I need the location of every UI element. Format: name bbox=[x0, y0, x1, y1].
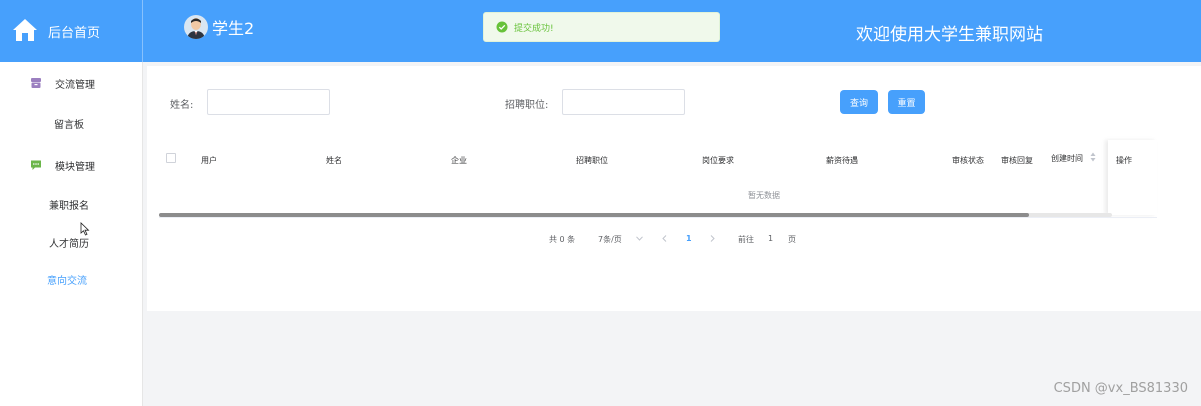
toast-message: 提交成功! bbox=[514, 23, 554, 34]
home-link[interactable]: 后台首页 bbox=[0, 0, 143, 62]
column-header-salary: 薪资待遇 bbox=[826, 156, 858, 165]
empty-table-text: 暂无数据 bbox=[748, 191, 780, 200]
column-header-company: 企业 bbox=[451, 156, 467, 165]
prev-page-icon[interactable] bbox=[662, 235, 667, 242]
home-label: 后台首页 bbox=[48, 26, 101, 41]
page-size-select[interactable]: 7条/页 bbox=[598, 234, 622, 245]
column-header-position: 招聘职位 bbox=[576, 156, 608, 165]
fixed-operation-column bbox=[1108, 140, 1157, 215]
reset-button[interactable]: 重置 bbox=[888, 90, 925, 114]
position-label: 招聘职位: bbox=[505, 100, 549, 111]
success-toast: 提交成功! bbox=[483, 12, 720, 42]
sidebar-item-intent-exchange[interactable]: 意向交流 bbox=[47, 272, 87, 287]
column-header-created-time[interactable]: 创建时间 bbox=[1051, 153, 1083, 164]
archive-icon bbox=[31, 78, 41, 88]
sidebar: 交流管理 留言板 模块管理 兼职报名 人才简历 意向交流 bbox=[0, 62, 143, 406]
check-circle-icon bbox=[496, 21, 508, 33]
chevron-down-icon[interactable] bbox=[636, 236, 643, 241]
goto-page-input[interactable]: 1 bbox=[768, 234, 773, 243]
next-page-icon[interactable] bbox=[710, 235, 715, 242]
column-header-requirements: 岗位要求 bbox=[702, 156, 734, 165]
table-bottom-border bbox=[159, 217, 1157, 218]
chat-icon bbox=[31, 160, 41, 170]
sidebar-item-job-application[interactable]: 兼职报名 bbox=[49, 197, 89, 212]
user-profile[interactable]: 学生2 bbox=[184, 15, 254, 39]
column-header-user: 用户 bbox=[201, 156, 217, 165]
column-header-actions: 操作 bbox=[1116, 156, 1132, 165]
avatar bbox=[184, 15, 208, 39]
name-label: 姓名: bbox=[170, 100, 194, 111]
user-name: 学生2 bbox=[212, 19, 255, 38]
sidebar-item-resume[interactable]: 人才简历 bbox=[49, 235, 89, 250]
column-header-review-reply: 审核回复 bbox=[1001, 156, 1033, 165]
page-unit-label: 页 bbox=[788, 235, 796, 244]
query-button[interactable]: 查询 bbox=[840, 90, 878, 114]
goto-label: 前往 bbox=[738, 235, 754, 244]
watermark: CSDN @vx_BS81330 bbox=[1053, 381, 1188, 396]
sidebar-group-label: 模块管理 bbox=[55, 162, 95, 173]
sort-caret-icon[interactable] bbox=[1090, 152, 1096, 162]
position-input[interactable] bbox=[562, 89, 685, 115]
page-number-current[interactable]: 1 bbox=[686, 234, 692, 243]
select-all-checkbox[interactable] bbox=[166, 153, 176, 163]
sidebar-group-label: 交流管理 bbox=[55, 80, 95, 91]
site-title: 欢迎使用大学生兼职网站 bbox=[856, 25, 1043, 45]
home-icon bbox=[13, 19, 37, 41]
pagination-total: 共 0 条 bbox=[549, 235, 576, 244]
mouse-cursor-icon bbox=[80, 222, 90, 236]
column-header-review-status: 审核状态 bbox=[952, 156, 984, 165]
name-input[interactable] bbox=[207, 89, 330, 115]
column-header-name: 姓名 bbox=[326, 156, 342, 165]
sidebar-item-message-board[interactable]: 留言板 bbox=[54, 116, 84, 131]
